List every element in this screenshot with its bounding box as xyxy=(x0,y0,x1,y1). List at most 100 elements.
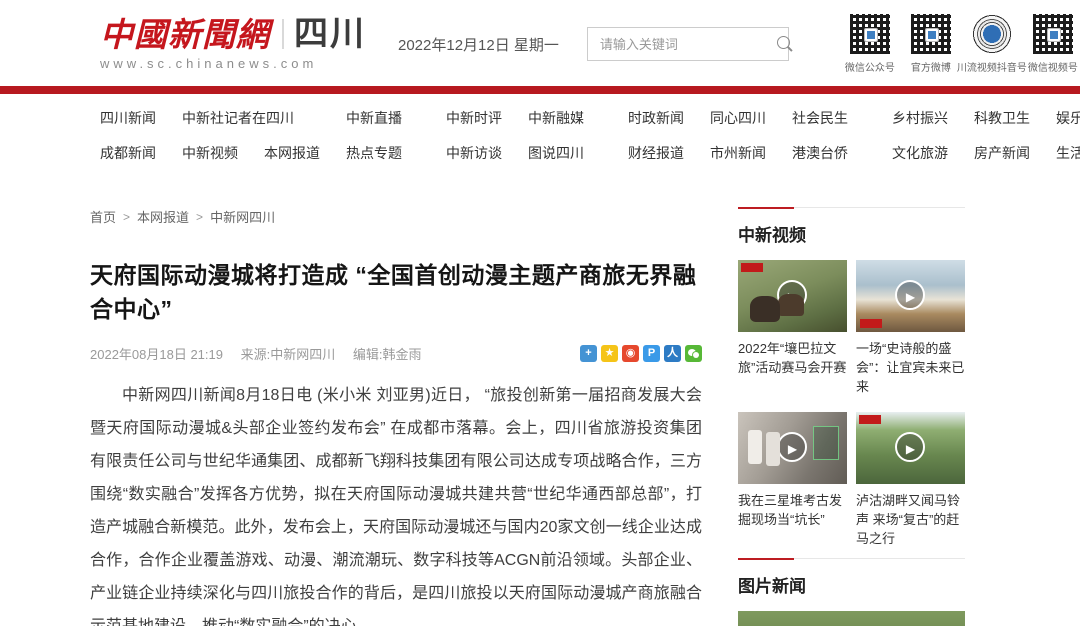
video-section-title: 中新视频 xyxy=(738,221,965,246)
nav-group-1: 四川新闻 中新社记者在四川 中新直播 成都新闻 中新视频 本网报道 热点专题 xyxy=(100,108,402,163)
qr-code-group: 微信公众号 官方微博 川流视频抖音号 微信视频号 xyxy=(847,14,1076,74)
video-caption[interactable]: 2022年“壤巴拉文旅”活动赛马会开赛 xyxy=(738,339,847,377)
play-icon[interactable] xyxy=(777,432,807,462)
current-date: 2022年12月12日 星期一 xyxy=(398,34,559,55)
qr-weibo-official: 官方微博 xyxy=(908,14,954,74)
nav-item-cns-reporters[interactable]: 中新社记者在四川 xyxy=(182,108,320,128)
video-thumbnail-city-aerial[interactable] xyxy=(856,260,965,332)
nav-item-converged-media[interactable]: 中新融媒 xyxy=(528,108,584,128)
video-caption[interactable]: 一场“史诗般的盛会”：让宜宾未来已来 xyxy=(856,339,965,396)
renren-share-icon[interactable]: 人 xyxy=(664,345,681,362)
site-header: 中國新聞網 四川 www.sc.chinanews.com 2022年12月12… xyxy=(0,0,1080,86)
photo-section-title: 图片新闻 xyxy=(738,572,965,597)
share-toolbar: + ★ ◉ P 人 xyxy=(580,345,702,362)
video-thumbnail-lugu-lake[interactable] xyxy=(856,412,965,484)
breadcrumb-home[interactable]: 首页 xyxy=(90,207,116,226)
main-navigation: 四川新闻 中新社记者在四川 中新直播 成都新闻 中新视频 本网报道 热点专题 中… xyxy=(0,94,1080,183)
breadcrumb: 首页 > 本网报道 > 中新网四川 xyxy=(90,207,702,226)
tencent-share-icon[interactable]: P xyxy=(643,345,660,362)
nav-group-4: 乡村振兴 科教卫生 娱乐体育 文化旅游 房产新闻 生活服务 xyxy=(892,108,1080,163)
nav-item-sichuan-news[interactable]: 四川新闻 xyxy=(100,108,156,128)
publish-datetime: 2022年08月18日 21:19 xyxy=(90,347,223,362)
article-column: 首页 > 本网报道 > 中新网四川 天府国际动漫城将打造成 “全国首创动漫主题产… xyxy=(90,207,702,626)
douyin-logo-badge xyxy=(972,14,1012,54)
nav-item-science-education[interactable]: 科教卫生 xyxy=(974,108,1030,128)
breadcrumb-separator: > xyxy=(196,210,203,224)
nav-group-3: 时政新闻 同心四川 社会民生 财经报道 市州新闻 港澳台侨 xyxy=(628,108,848,163)
nav-item-pictures-sichuan[interactable]: 图说四川 xyxy=(528,143,584,163)
nav-item-rural-revitalization[interactable]: 乡村振兴 xyxy=(892,108,948,128)
nav-item-finance[interactable]: 财经报道 xyxy=(628,143,684,163)
video-card[interactable]: 我在三星堆考古发掘现场当“坑长” xyxy=(738,412,847,548)
nav-item-tongxin-sichuan[interactable]: 同心四川 xyxy=(710,108,766,128)
nav-item-chengdu-news[interactable]: 成都新闻 xyxy=(100,143,156,163)
video-thumbnail-sanxingdui[interactable] xyxy=(738,412,847,484)
nav-group-2: 中新时评 中新融媒 中新访谈 图说四川 xyxy=(446,108,584,163)
broadcaster-logo-badge xyxy=(860,319,882,328)
qr-wechat-official: 微信公众号 xyxy=(847,14,893,74)
weibo-share-icon[interactable]: ◉ xyxy=(622,345,639,362)
nav-item-culture-tourism[interactable]: 文化旅游 xyxy=(892,143,948,163)
nav-item-interviews[interactable]: 中新访谈 xyxy=(446,143,502,163)
nav-item-life-services[interactable]: 生活服务 xyxy=(1056,143,1080,163)
photo-news-image-tibetan-village[interactable] xyxy=(738,611,965,626)
search-box[interactable] xyxy=(587,27,789,61)
logo-brand-text: 中國新聞網 xyxy=(100,18,270,51)
play-icon[interactable] xyxy=(777,280,807,310)
qr-wechat-video: 微信视频号 xyxy=(1030,14,1076,74)
video-grid: 2022年“壤巴拉文旅”活动赛马会开赛 一场“史诗般的盛会”：让宜宾未来已来 我… xyxy=(738,260,965,548)
breadcrumb-separator: > xyxy=(123,210,130,224)
sidebar: 中新视频 2022年“壤巴拉文旅”活动赛马会开赛 一场“史诗般的盛会”：让宜宾未… xyxy=(738,207,965,626)
video-caption[interactable]: 我在三星堆考古发掘现场当“坑长” xyxy=(738,491,847,529)
qr-label: 川流视频抖音号 xyxy=(957,59,1027,74)
nav-item-entertainment-sports[interactable]: 娱乐体育 xyxy=(1056,108,1080,128)
video-section: 中新视频 2022年“壤巴拉文旅”活动赛马会开赛 一场“史诗般的盛会”：让宜宾未… xyxy=(738,207,965,548)
nav-item-society[interactable]: 社会民生 xyxy=(792,108,848,128)
thumbnail-overlay-tag xyxy=(813,426,839,460)
qr-douyin-channel: 川流视频抖音号 xyxy=(969,14,1015,74)
video-card[interactable]: 2022年“壤巴拉文旅”活动赛马会开赛 xyxy=(738,260,847,396)
broadcaster-logo-badge xyxy=(859,415,881,424)
nav-item-live[interactable]: 中新直播 xyxy=(346,108,402,128)
article-title: 天府国际动漫城将打造成 “全国首创动漫主题产商旅无界融合中心” xyxy=(90,256,702,324)
qr-code-image xyxy=(1033,14,1073,54)
nav-item-site-report[interactable]: 本网报道 xyxy=(264,143,320,163)
article-paragraph: 中新网四川新闻8月18日电 (米小米 刘亚男)近日， “旅投创新第一届招商发展大… xyxy=(90,379,702,626)
wechat-share-icon[interactable] xyxy=(685,345,702,362)
nav-item-commentary[interactable]: 中新时评 xyxy=(446,108,502,128)
video-caption[interactable]: 泸沽湖畔又闻马铃声 来场“复古”的赶马之行 xyxy=(856,491,965,548)
qr-code-image xyxy=(911,14,951,54)
breadcrumb-current[interactable]: 中新网四川 xyxy=(210,207,275,226)
play-icon[interactable] xyxy=(895,280,925,310)
nav-item-hk-macao-taiwan[interactable]: 港澳台侨 xyxy=(792,143,848,163)
accent-red-bar xyxy=(0,86,1080,94)
broadcaster-logo-badge xyxy=(741,263,763,272)
breadcrumb-site-report[interactable]: 本网报道 xyxy=(137,207,189,226)
qr-label: 微信公众号 xyxy=(845,59,895,74)
site-url: www.sc.chinanews.com xyxy=(100,56,366,71)
search-input[interactable] xyxy=(600,37,776,52)
video-card[interactable]: 一场“史诗般的盛会”：让宜宾未来已来 xyxy=(856,260,965,396)
photo-news-section: 图片新闻 xyxy=(738,558,965,626)
article-source: 来源:中新网四川 xyxy=(241,347,336,362)
share-more-icon[interactable]: + xyxy=(580,345,597,362)
qr-label: 微信视频号 xyxy=(1028,59,1078,74)
qr-code-image xyxy=(850,14,890,54)
play-icon[interactable] xyxy=(895,432,925,462)
qzone-share-icon[interactable]: ★ xyxy=(601,345,618,362)
nav-item-city-news[interactable]: 市州新闻 xyxy=(710,143,766,163)
nav-item-real-estate[interactable]: 房产新闻 xyxy=(974,143,1030,163)
article-meta-row: 2022年08月18日 21:19 来源:中新网四川 编辑:韩金雨 + ★ ◉ … xyxy=(90,344,702,363)
video-thumbnail-horse-race[interactable] xyxy=(738,260,847,332)
nav-item-politics[interactable]: 时政新闻 xyxy=(628,108,684,128)
search-icon[interactable] xyxy=(776,35,794,53)
logo-region-text: 四川 xyxy=(294,17,366,51)
qr-label: 官方微博 xyxy=(911,59,951,74)
logo-divider xyxy=(282,19,284,49)
article-body: 中新网四川新闻8月18日电 (米小米 刘亚男)近日， “旅投创新第一届招商发展大… xyxy=(90,379,702,626)
nav-item-video[interactable]: 中新视频 xyxy=(182,143,238,163)
video-card[interactable]: 泸沽湖畔又闻马铃声 来场“复古”的赶马之行 xyxy=(856,412,965,548)
article-editor: 编辑:韩金雨 xyxy=(353,347,422,362)
site-logo[interactable]: 中國新聞網 四川 www.sc.chinanews.com xyxy=(100,17,366,71)
nav-item-hot-topics[interactable]: 热点专题 xyxy=(346,143,402,163)
